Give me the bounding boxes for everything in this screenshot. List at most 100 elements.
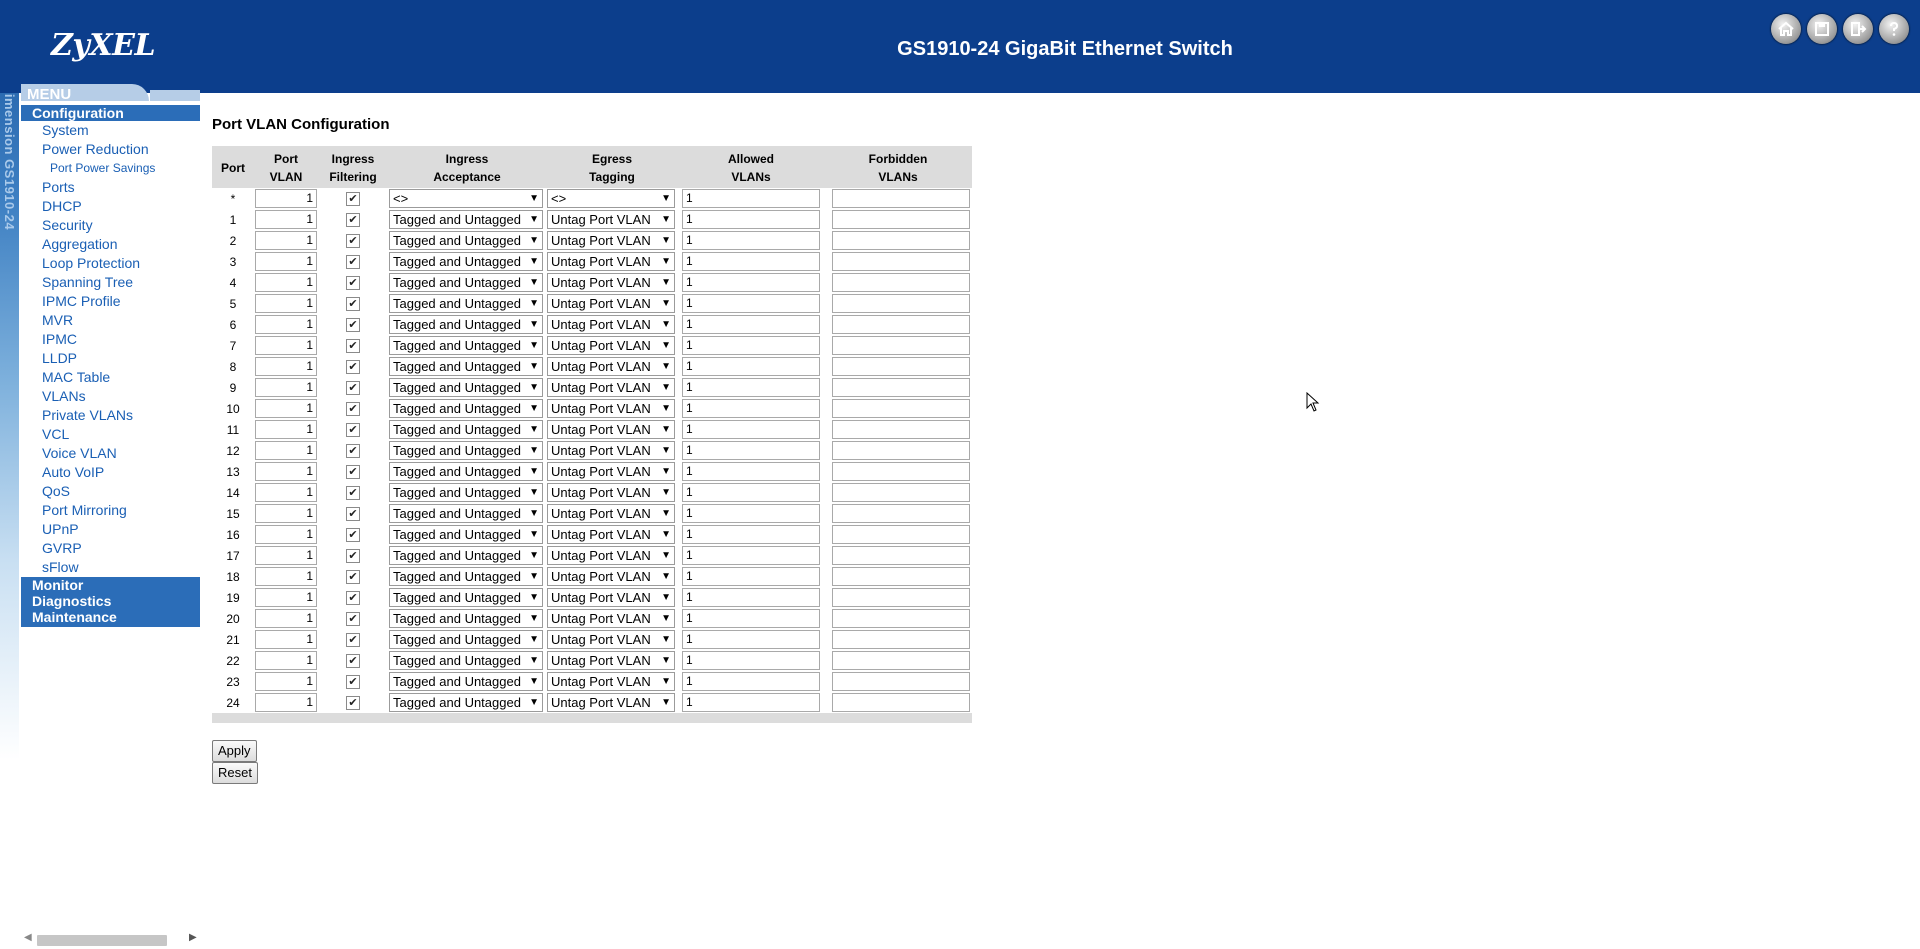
allowed-vlans-input[interactable]: 1 bbox=[682, 252, 820, 271]
allowed-vlans-input[interactable]: 1 bbox=[682, 420, 820, 439]
allowed-vlans-input[interactable]: 1 bbox=[682, 399, 820, 418]
ingress-acceptance-select[interactable]: Tagged and Untagged ▼ bbox=[389, 399, 543, 418]
egress-tagging-select[interactable]: Untag Port VLAN ▼ bbox=[547, 693, 675, 712]
ingress-filtering-checkbox[interactable]: ✔ bbox=[346, 213, 360, 228]
egress-tagging-select[interactable]: Untag Port VLAN ▼ bbox=[547, 588, 675, 607]
egress-tagging-select[interactable]: Untag Port VLAN ▼ bbox=[547, 252, 675, 271]
port-vlan-input[interactable]: 1 bbox=[255, 630, 317, 649]
port-vlan-input[interactable]: 1 bbox=[255, 210, 317, 229]
scrollbar-thumb[interactable] bbox=[37, 935, 167, 946]
forbidden-vlans-input[interactable] bbox=[832, 462, 970, 481]
forbidden-vlans-input[interactable] bbox=[832, 357, 970, 376]
ingress-acceptance-select[interactable]: Tagged and Untagged ▼ bbox=[389, 693, 543, 712]
egress-tagging-select[interactable]: Untag Port VLAN ▼ bbox=[547, 273, 675, 292]
egress-tagging-select[interactable]: Untag Port VLAN ▼ bbox=[547, 525, 675, 544]
forbidden-vlans-input[interactable] bbox=[832, 504, 970, 523]
ingress-filtering-checkbox[interactable]: ✔ bbox=[346, 255, 360, 270]
ingress-filtering-checkbox[interactable]: ✔ bbox=[346, 423, 360, 438]
menu-item-mac-table[interactable]: MAC Table bbox=[21, 368, 200, 387]
ingress-filtering-checkbox[interactable]: ✔ bbox=[346, 549, 360, 564]
port-vlan-input[interactable]: 1 bbox=[255, 231, 317, 250]
forbidden-vlans-input[interactable] bbox=[832, 399, 970, 418]
port-vlan-input[interactable]: 1 bbox=[255, 567, 317, 586]
port-vlan-input[interactable]: 1 bbox=[255, 672, 317, 691]
forbidden-vlans-input[interactable] bbox=[832, 546, 970, 565]
forbidden-vlans-input[interactable] bbox=[832, 231, 970, 250]
ingress-acceptance-select[interactable]: Tagged and Untagged ▼ bbox=[389, 546, 543, 565]
port-vlan-input[interactable]: 1 bbox=[255, 546, 317, 565]
ingress-filtering-checkbox[interactable]: ✔ bbox=[346, 381, 360, 396]
menu-item-system[interactable]: System bbox=[21, 121, 200, 140]
forbidden-vlans-input[interactable] bbox=[832, 609, 970, 628]
port-vlan-input[interactable]: 1 bbox=[255, 462, 317, 481]
menu-item-gvrp[interactable]: GVRP bbox=[21, 539, 200, 558]
forbidden-vlans-input[interactable] bbox=[832, 294, 970, 313]
ingress-filtering-checkbox[interactable]: ✔ bbox=[346, 654, 360, 669]
forbidden-vlans-input[interactable] bbox=[832, 525, 970, 544]
allowed-vlans-input[interactable]: 1 bbox=[682, 336, 820, 355]
ingress-acceptance-select[interactable]: Tagged and Untagged ▼ bbox=[389, 483, 543, 502]
ingress-filtering-checkbox[interactable]: ✔ bbox=[346, 570, 360, 585]
port-vlan-input[interactable]: 1 bbox=[255, 483, 317, 502]
egress-tagging-select[interactable]: Untag Port VLAN ▼ bbox=[547, 462, 675, 481]
allowed-vlans-input[interactable]: 1 bbox=[682, 357, 820, 376]
menu-item-vlans[interactable]: VLANs bbox=[21, 387, 200, 406]
ingress-filtering-checkbox[interactable]: ✔ bbox=[346, 234, 360, 249]
allowed-vlans-input[interactable]: 1 bbox=[682, 504, 820, 523]
egress-tagging-select[interactable]: Untag Port VLAN ▼ bbox=[547, 336, 675, 355]
menu-item-private-vlans[interactable]: Private VLANs bbox=[21, 406, 200, 425]
forbidden-vlans-input[interactable] bbox=[832, 672, 970, 691]
apply-button[interactable]: Apply bbox=[212, 740, 257, 762]
ingress-acceptance-select[interactable]: Tagged and Untagged ▼ bbox=[389, 651, 543, 670]
ingress-acceptance-select[interactable]: Tagged and Untagged ▼ bbox=[389, 357, 543, 376]
allowed-vlans-input[interactable]: 1 bbox=[682, 378, 820, 397]
ingress-acceptance-select[interactable]: Tagged and Untagged ▼ bbox=[389, 567, 543, 586]
allowed-vlans-input[interactable]: 1 bbox=[682, 315, 820, 334]
ingress-acceptance-select[interactable]: Tagged and Untagged ▼ bbox=[389, 672, 543, 691]
port-vlan-input[interactable]: 1 bbox=[255, 609, 317, 628]
forbidden-vlans-input[interactable] bbox=[832, 693, 970, 712]
menu-item-loop-protection[interactable]: Loop Protection bbox=[21, 254, 200, 273]
port-vlan-input[interactable]: 1 bbox=[255, 252, 317, 271]
ingress-acceptance-select[interactable]: Tagged and Untagged ▼ bbox=[389, 504, 543, 523]
menu-item-qos[interactable]: QoS bbox=[21, 482, 200, 501]
help-icon[interactable] bbox=[1879, 14, 1909, 44]
forbidden-vlans-input[interactable] bbox=[832, 441, 970, 460]
menu-item-voice-vlan[interactable]: Voice VLAN bbox=[21, 444, 200, 463]
ingress-acceptance-select[interactable]: Tagged and Untagged ▼ bbox=[389, 609, 543, 628]
ingress-filtering-checkbox[interactable]: ✔ bbox=[346, 675, 360, 690]
ingress-acceptance-select[interactable]: Tagged and Untagged ▼ bbox=[389, 441, 543, 460]
port-vlan-input[interactable]: 1 bbox=[255, 525, 317, 544]
egress-tagging-select[interactable]: Untag Port VLAN ▼ bbox=[547, 609, 675, 628]
reset-button[interactable]: Reset bbox=[212, 762, 258, 784]
egress-tagging-select[interactable]: Untag Port VLAN ▼ bbox=[547, 420, 675, 439]
ingress-acceptance-select[interactable]: Tagged and Untagged ▼ bbox=[389, 273, 543, 292]
scroll-left-arrow-icon[interactable]: ◀ bbox=[24, 932, 32, 943]
port-vlan-input[interactable]: 1 bbox=[255, 378, 317, 397]
ingress-filtering-checkbox[interactable]: ✔ bbox=[346, 528, 360, 543]
port-vlan-input[interactable]: 1 bbox=[255, 315, 317, 334]
ingress-filtering-checkbox[interactable]: ✔ bbox=[346, 633, 360, 648]
egress-tagging-select[interactable]: Untag Port VLAN ▼ bbox=[547, 231, 675, 250]
port-vlan-input[interactable]: 1 bbox=[255, 504, 317, 523]
menu-item-power-reduction[interactable]: Power Reduction bbox=[21, 140, 200, 159]
allowed-vlans-input[interactable]: 1 bbox=[682, 273, 820, 292]
ingress-acceptance-select[interactable]: Tagged and Untagged ▼ bbox=[389, 630, 543, 649]
ingress-acceptance-select[interactable]: Tagged and Untagged ▼ bbox=[389, 588, 543, 607]
port-vlan-input[interactable]: 1 bbox=[255, 273, 317, 292]
egress-tagging-select[interactable]: Untag Port VLAN ▼ bbox=[547, 357, 675, 376]
menu-item-dhcp[interactable]: DHCP bbox=[21, 197, 200, 216]
egress-tagging-select[interactable]: Untag Port VLAN ▼ bbox=[547, 546, 675, 565]
forbidden-vlans-input[interactable] bbox=[832, 567, 970, 586]
menu-item-port-power-savings[interactable]: Port Power Savings bbox=[21, 159, 200, 178]
ingress-acceptance-select[interactable]: Tagged and Untagged ▼ bbox=[389, 210, 543, 229]
allowed-vlans-input[interactable]: 1 bbox=[682, 525, 820, 544]
egress-tagging-select[interactable]: Untag Port VLAN ▼ bbox=[547, 315, 675, 334]
port-vlan-input[interactable]: 1 bbox=[255, 189, 317, 208]
egress-tagging-select[interactable]: Untag Port VLAN ▼ bbox=[547, 672, 675, 691]
ingress-acceptance-select[interactable]: Tagged and Untagged ▼ bbox=[389, 525, 543, 544]
ingress-acceptance-select[interactable]: Tagged and Untagged ▼ bbox=[389, 420, 543, 439]
ingress-filtering-checkbox[interactable]: ✔ bbox=[346, 276, 360, 291]
menu-item-aggregation[interactable]: Aggregation bbox=[21, 235, 200, 254]
forbidden-vlans-input[interactable] bbox=[832, 336, 970, 355]
